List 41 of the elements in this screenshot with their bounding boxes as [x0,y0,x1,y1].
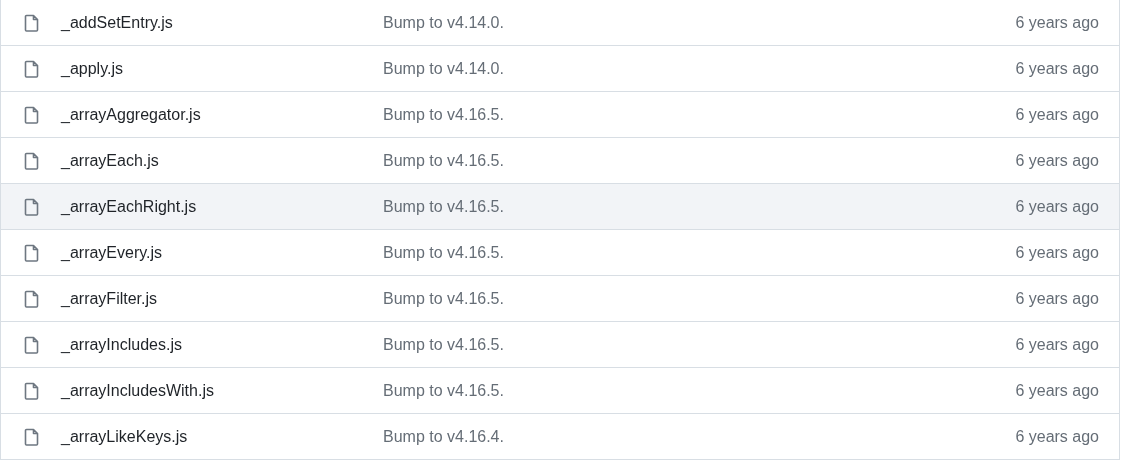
commit-message-link[interactable]: Bump to v4.16.5. [383,105,504,123]
commit-time: 6 years ago [1015,196,1100,217]
commit-time: 6 years ago [1015,242,1100,263]
file-icon [24,289,40,308]
commit-message-link[interactable]: Bump to v4.16.5. [383,151,504,169]
file-name-link[interactable]: _arrayEachRight.js [61,197,197,215]
commit-time: 6 years ago [1015,58,1100,79]
commit-message-link[interactable]: Bump to v4.16.4. [383,427,504,445]
file-name-link[interactable]: _apply.js [61,59,123,77]
file-icon [24,381,40,400]
file-icon [24,427,40,446]
commit-message-link[interactable]: Bump to v4.16.5. [383,289,504,307]
file-name-link[interactable]: _arrayEvery.js [61,243,163,261]
commit-message-link[interactable]: Bump to v4.16.5. [383,197,504,215]
file-icon [24,105,40,124]
file-name-link[interactable]: _arrayFilter.js [61,289,158,307]
commit-time: 6 years ago [1015,104,1100,125]
commit-time: 6 years ago [1015,12,1100,33]
commit-message-link[interactable]: Bump to v4.16.5. [383,335,504,353]
file-icon [24,197,40,216]
file-name-link[interactable]: _arrayLikeKeys.js [61,427,188,445]
commit-time: 6 years ago [1015,426,1100,447]
file-icon [24,59,40,78]
file-icon [24,335,40,354]
commit-message-link[interactable]: Bump to v4.14.0. [383,13,504,31]
file-icon [24,243,40,262]
commit-message-link[interactable]: Bump to v4.14.0. [383,59,504,77]
file-name-link[interactable]: _arrayAggregator.js [61,105,201,123]
commit-time: 6 years ago [1015,288,1100,309]
commit-time: 6 years ago [1015,150,1100,171]
file-name-link[interactable]: _arrayIncludes.js [61,335,182,353]
commit-time: 6 years ago [1015,334,1100,355]
file-name-link[interactable]: _addSetEntry.js [61,13,173,31]
file-row[interactable]: _arrayEachRight.js Bump to v4.16.5. 6 years ago [1,184,1119,230]
file-name-link[interactable]: _arrayIncludesWith.js [61,381,214,399]
file-icon [24,13,40,32]
commit-message-link[interactable]: Bump to v4.16.5. [383,381,504,399]
commit-message-link[interactable]: Bump to v4.16.5. [383,243,504,261]
file-name-link[interactable]: _arrayEach.js [61,151,159,169]
commit-time: 6 years ago [1015,380,1100,401]
file-icon [24,151,40,170]
